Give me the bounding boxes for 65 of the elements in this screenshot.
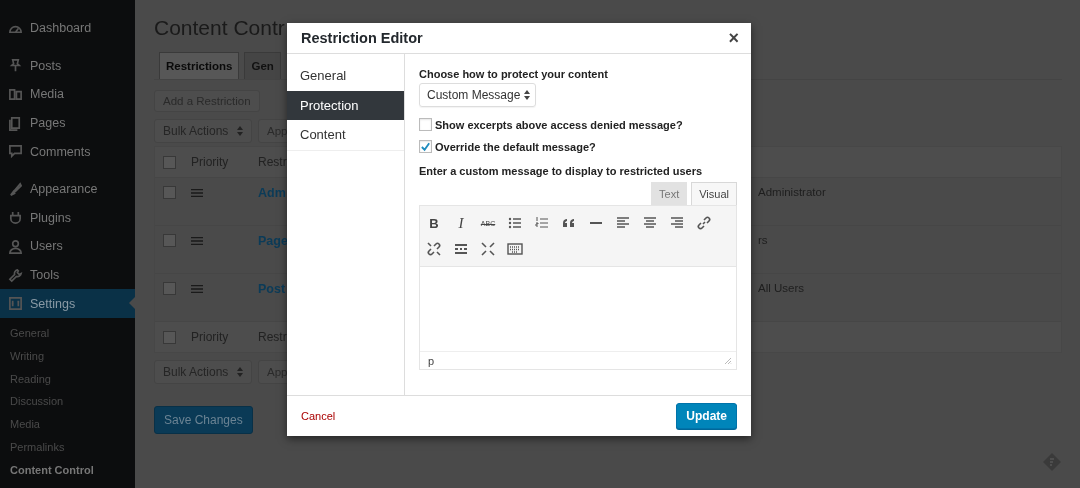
read-more-icon[interactable] xyxy=(453,241,469,257)
updown-arrows-icon xyxy=(237,367,243,377)
select-all-checkbox[interactable] xyxy=(163,155,176,169)
editor-tab[interactable]: Visual xyxy=(691,182,737,205)
submenu-item[interactable]: Discussion xyxy=(0,390,135,414)
dialog-nav-item[interactable]: General xyxy=(287,61,404,91)
option-checkbox[interactable] xyxy=(419,118,432,131)
update-button[interactable]: Update xyxy=(676,403,737,429)
fullscreen-icon[interactable] xyxy=(480,241,496,257)
resize-grip-icon[interactable] xyxy=(724,356,732,365)
close-button[interactable]: × xyxy=(726,27,741,49)
option-checkbox[interactable] xyxy=(419,140,432,153)
align-left-icon[interactable] xyxy=(615,215,631,231)
settings-tab[interactable]: Restrictions xyxy=(159,52,240,79)
drag-handle-icon[interactable] xyxy=(191,236,203,246)
sidebar-item[interactable]: Posts xyxy=(0,51,135,81)
unlink-icon[interactable] xyxy=(426,241,442,257)
dialog-nav-item[interactable]: Protection xyxy=(287,90,404,120)
settings-icon xyxy=(8,296,23,312)
drag-handle-icon[interactable] xyxy=(191,188,203,198)
checkbox-label: Show excerpts above access denied message? xyxy=(435,118,683,131)
cancel-link[interactable]: Cancel xyxy=(301,410,336,422)
checkbox-label: Override the default message? xyxy=(435,140,596,153)
drag-handle-icon[interactable] xyxy=(191,284,203,294)
person-icon xyxy=(8,238,23,254)
field-label: Choose how to protect your content xyxy=(419,68,608,80)
pages-icon xyxy=(8,115,23,131)
sidebar-item[interactable]: Pages xyxy=(0,108,135,138)
save-changes-button[interactable]: Save Changes xyxy=(154,406,253,434)
sidebar-item[interactable]: Settings xyxy=(0,289,135,318)
row-checkbox[interactable] xyxy=(163,186,176,199)
row-checkbox[interactable] xyxy=(163,234,176,247)
align-right-icon[interactable] xyxy=(669,215,685,231)
wrench-icon xyxy=(8,267,23,283)
sidebar-item[interactable]: Plugins xyxy=(0,203,135,233)
sidebar-item[interactable]: Appearance xyxy=(0,174,135,204)
sidebar-item[interactable]: Media xyxy=(0,80,135,109)
dialog-nav-item[interactable]: Content xyxy=(287,120,404,151)
updown-arrows-icon xyxy=(237,126,243,136)
speech-bubble-icon xyxy=(8,144,23,160)
pushpin-icon xyxy=(8,58,23,74)
paintbrush-icon xyxy=(8,181,23,197)
updown-arrows-icon xyxy=(524,90,531,100)
keyboard-icon[interactable] xyxy=(507,241,523,257)
media-icon xyxy=(8,87,23,102)
editor-tab[interactable]: Text xyxy=(651,182,688,205)
dialog-title: Restriction Editor xyxy=(301,30,423,46)
bulleted-list-icon[interactable] xyxy=(507,215,523,231)
submenu-item[interactable]: Media xyxy=(0,413,135,436)
bold-button[interactable]: B xyxy=(426,215,442,231)
sidebar-item[interactable]: Users xyxy=(0,232,135,261)
row-checkbox[interactable] xyxy=(163,282,176,295)
submenu-item[interactable]: Content Control xyxy=(0,458,135,482)
sidebar-item[interactable]: Comments xyxy=(0,137,135,166)
field-label: Enter a custom message to display to restricted users xyxy=(419,165,703,177)
italic-button[interactable]: I xyxy=(453,214,469,232)
protection-select[interactable]: Custom Message xyxy=(419,83,537,107)
link-icon[interactable] xyxy=(696,215,712,231)
numbered-list-icon[interactable] xyxy=(534,215,550,231)
element-path: p xyxy=(428,354,435,367)
sidebar-item[interactable]: Tools xyxy=(0,260,135,290)
plug-icon xyxy=(8,210,23,226)
align-center-icon[interactable] xyxy=(642,215,658,231)
sidebar-item[interactable]: Dashboard xyxy=(0,14,135,43)
select-all-checkbox[interactable] xyxy=(163,330,176,344)
